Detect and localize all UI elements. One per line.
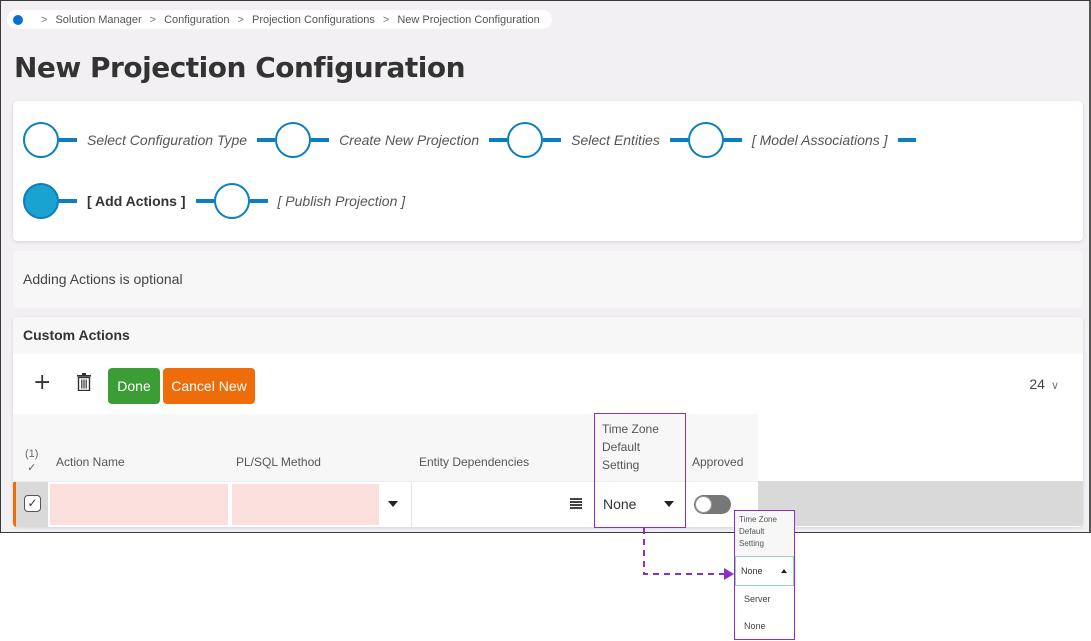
custom-actions-panel: Custom Actions + Done Cancel New 24 ∨ (1) [13,317,1083,527]
callout-header: Time Zone Default Setting [735,511,794,556]
step-connector [257,138,276,142]
time-zone-highlight-box [594,413,686,528]
wizard-step-model-associations[interactable]: [ Model Associations ] [669,122,916,158]
step-circle-icon [213,183,250,219]
step-circle-icon [23,122,59,158]
home-dot-icon[interactable] [13,14,23,25]
wizard-row-1: Select Configuration Type Create New Pro… [23,120,916,160]
step-circle-icon [507,122,544,158]
toggle-knob [695,496,712,513]
breadcrumb-item-configuration[interactable]: Configuration [164,14,229,26]
step-connector [669,138,688,142]
cell-divider [411,482,412,527]
list-icon[interactable] [570,498,582,510]
header-line: Setting [739,539,764,548]
column-header-approved[interactable]: Approved [692,455,743,469]
wizard-step-create-new-projection[interactable]: Create New Projection [257,122,489,158]
plsql-method-input[interactable] [232,484,379,525]
done-button[interactable]: Done [108,368,160,404]
select-all-header[interactable]: (1) ✓ [25,447,38,475]
info-panel: Adding Actions is optional [13,251,1083,308]
page-size-select[interactable]: 24 ∨ [1029,376,1059,392]
step-circle-icon [275,122,312,158]
wizard-step-add-actions[interactable]: [ Add Actions ] [23,183,196,219]
page-title: New Projection Configuration [14,51,466,84]
chevron-right-icon: > [382,13,390,26]
step-circle-active-icon [23,183,59,219]
wizard-step-select-entities[interactable]: Select Entities [489,122,670,158]
dropdown-option-none[interactable]: None [735,613,794,640]
action-name-input[interactable] [50,484,228,525]
step-connector [311,138,330,142]
approved-toggle[interactable] [694,495,731,514]
step-connector [723,138,742,142]
step-connector [897,138,916,142]
row-filler [758,481,1083,526]
step-label: [ Add Actions ] [87,193,186,209]
wizard-row-2: [ Add Actions ] [ Publish Projection ] [23,181,415,221]
time-zone-dropdown-callout: Time Zone Default Setting None Server No… [734,510,795,640]
step-label: Select Configuration Type [87,132,248,148]
step-connector [543,138,562,142]
step-connector [195,199,214,203]
app-window: > Solution Manager > Configuration > Pro… [0,0,1091,533]
info-text: Adding Actions is optional [23,271,183,287]
callout-select[interactable]: None [735,556,794,586]
page-size-value: 24 [1029,376,1045,392]
step-circle-icon [687,122,724,158]
column-header-action-name[interactable]: Action Name [56,455,125,469]
trash-icon[interactable] [77,373,91,391]
chevron-down-icon: ∨ [1050,380,1059,392]
custom-actions-title: Custom Actions [13,317,1083,354]
header-line: Time Zone [739,515,777,524]
step-connector [59,138,77,142]
plus-icon[interactable]: + [33,372,51,394]
column-header-entity-dependencies[interactable]: Entity Dependencies [419,455,529,469]
chevron-right-icon: > [149,13,157,26]
wizard-step-publish-projection[interactable]: [ Publish Projection ] [195,183,416,219]
column-header-plsql-method[interactable]: PL/SQL Method [236,455,321,469]
row-select-cell: ✓ [16,482,48,527]
step-connector [249,199,268,203]
breadcrumb-item-current: New Projection Configuration [397,13,540,26]
toolbar: + Done Cancel New 24 ∨ [13,354,1083,414]
chevron-right-icon: > [41,13,48,26]
step-label: Select Entities [571,132,660,148]
breadcrumb: > Solution Manager > Configuration > Pro… [7,10,552,29]
step-label: Create New Projection [339,132,480,148]
caret-up-icon [781,569,787,573]
callout-selected-value: None [741,566,763,576]
step-label: [ Publish Projection ] [277,193,406,209]
chevron-right-icon: > [237,13,244,26]
wizard-step-select-configuration-type[interactable]: Select Configuration Type [23,122,257,158]
step-label: [ Model Associations ] [751,132,888,148]
breadcrumb-item-projection-configurations[interactable]: Projection Configurations [252,14,375,26]
wizard-steps: Select Configuration Type Create New Pro… [13,101,1083,241]
step-connector [59,199,77,203]
selected-count: (1) [25,448,39,460]
cancel-new-button[interactable]: Cancel New [163,368,255,404]
step-connector [489,138,508,142]
row-checkbox[interactable]: ✓ [24,495,41,512]
breadcrumb-item-solution-manager[interactable]: Solution Manager [55,14,141,26]
header-line: Default [739,527,765,536]
dropdown-option-server[interactable]: Server [735,586,794,613]
check-icon: ✓ [27,462,37,474]
callout-arrow [643,528,734,580]
caret-down-icon[interactable] [388,501,398,507]
